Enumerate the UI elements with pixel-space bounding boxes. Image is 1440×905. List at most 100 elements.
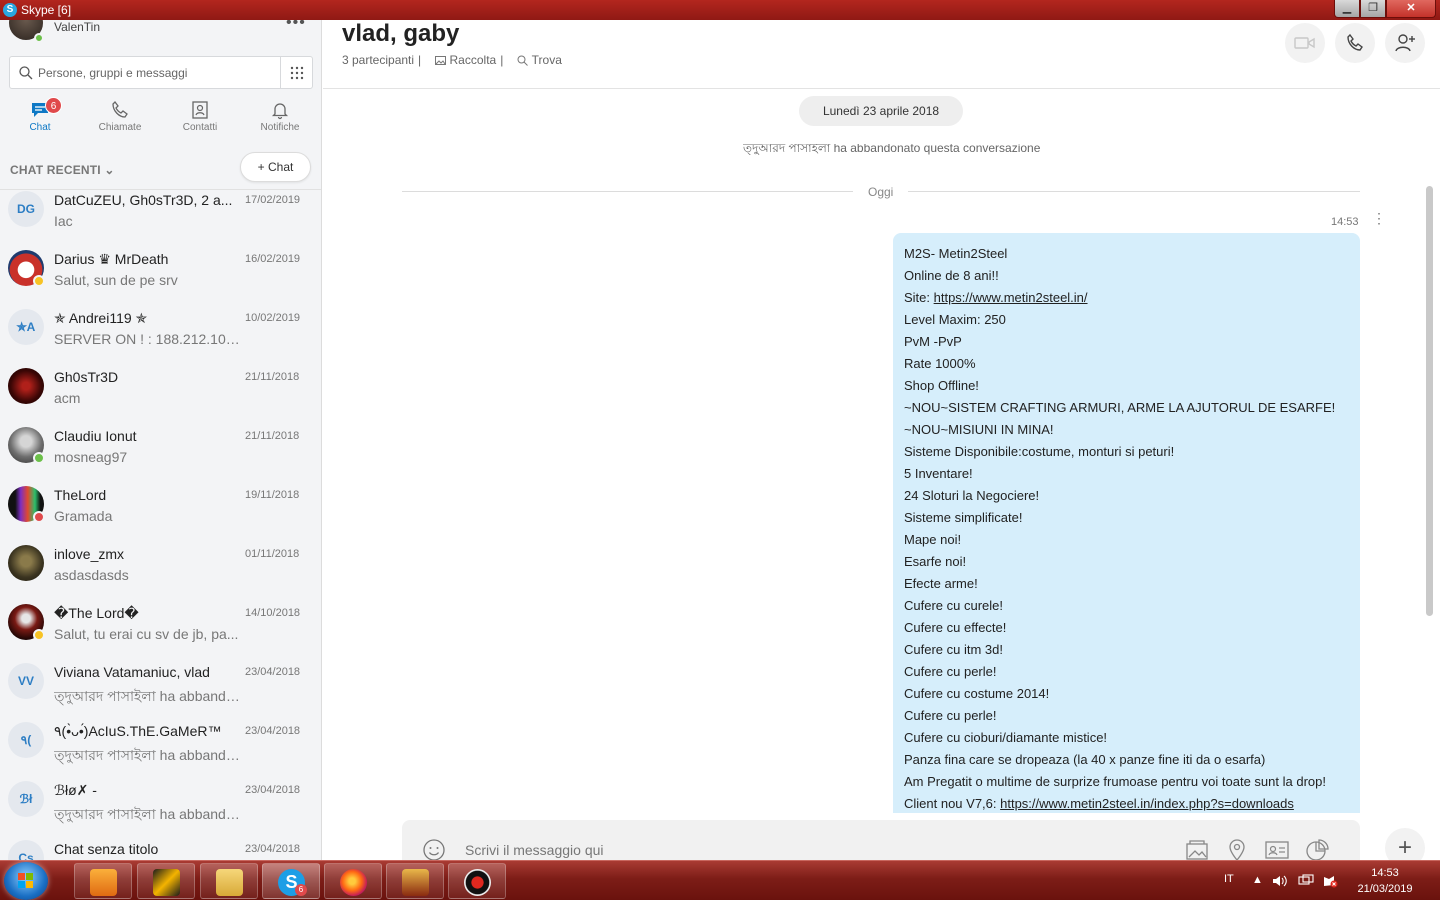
chat-preview: Iac	[54, 213, 73, 229]
start-button[interactable]	[4, 862, 48, 900]
chat-date: 23/04/2018	[245, 784, 301, 796]
chat-date: 19/11/2018	[245, 489, 300, 501]
message-input[interactable]: Scrivi il messaggio qui	[465, 842, 604, 858]
more-attachments-button[interactable]: +	[1385, 828, 1425, 860]
minimize-button[interactable]: ▁	[1334, 0, 1360, 18]
message-line: Online de 8 ani!!	[904, 268, 999, 283]
new-chat-button[interactable]: + Chat	[240, 152, 311, 182]
chat-name: Chat senza titolo	[54, 841, 159, 857]
taskbar-winamp[interactable]	[137, 863, 195, 899]
avatar: VV	[8, 663, 44, 699]
message-more-icon[interactable]: ⋮	[1372, 211, 1386, 225]
message-line: Sisteme Disponibile:costume, monturi si …	[904, 444, 1175, 459]
chat-name: DatCuZEU, Gh0sTr3D, 2 a...	[54, 192, 233, 208]
message-line: Cufere cu perle!	[904, 664, 997, 679]
message-line: PvM -PvP	[904, 334, 962, 349]
message-line: Cufere cu effecte!	[904, 620, 1007, 635]
more-options-button[interactable]: •••	[286, 20, 306, 32]
message-line: Shop Offline!	[904, 378, 979, 393]
avatar	[8, 545, 44, 581]
message-line: 24 Sloturi la Negociere!	[904, 488, 1040, 503]
taskbar-metin2[interactable]	[386, 863, 444, 899]
chat-preview: ত্দুআরদ পাসাইলা ha abbando...	[54, 806, 244, 822]
lightning-app-icon	[153, 869, 180, 896]
sidebar: ValenTin ••• Persone, gruppi e messaggi …	[0, 20, 322, 860]
add-people-button[interactable]	[1385, 23, 1425, 63]
chat-preview: ত্দুআরদ পাসাইলা ha abbando...	[54, 747, 244, 763]
dialpad-button[interactable]	[280, 57, 313, 88]
video-call-button[interactable]	[1285, 23, 1325, 63]
divider	[908, 191, 1360, 192]
chat-date: 23/04/2018	[245, 843, 301, 855]
client-link[interactable]: https://www.metin2steel.in/index.php?s=d…	[1000, 796, 1294, 811]
chat-name: inlove_zmx	[54, 546, 125, 562]
chat-list-item[interactable]: �The Lord� 14/10/2018 Salut, tu erai cu …	[0, 603, 321, 662]
taskbar-recorder[interactable]	[448, 863, 506, 899]
system-clock[interactable]: 14:53 21/03/2019	[1350, 865, 1420, 897]
chat-list-item[interactable]: ✯A ✯ Andrei119 ✯ 10/02/2019 SERVER ON ! …	[0, 308, 321, 367]
participants-link[interactable]: 3 partecipanti	[342, 53, 414, 67]
chat-preview: SERVER ON ! : 188.212.100....	[54, 331, 244, 347]
recent-chats-label: CHAT RECENTI	[10, 163, 101, 177]
client-label: Client nou V7,6:	[904, 796, 1001, 811]
chat-date: 23/04/2018	[245, 666, 301, 678]
presence-online-icon	[34, 33, 44, 43]
media-gallery-icon[interactable]	[1184, 838, 1210, 860]
chat-list-item[interactable]: Gh0sTr3D 21/11/2018 acm	[0, 367, 321, 426]
tab-calls[interactable]: Chiamate	[80, 96, 160, 142]
search-box[interactable]: Persone, gruppi e messaggi	[9, 56, 313, 89]
chat-list-item[interactable]: Cs Chat senza titolo 23/04/2018	[0, 839, 321, 860]
chat-preview: mosneag97	[54, 449, 128, 465]
poll-icon[interactable]	[1304, 838, 1330, 860]
network-icon[interactable]	[1298, 874, 1314, 888]
tab-contacts[interactable]: Contatti	[160, 96, 240, 142]
chat-preview: Salut, sun de pe srv	[54, 272, 178, 288]
search-input[interactable]: Persone, gruppi e messaggi	[38, 66, 187, 80]
chat-list-item[interactable]: DG DatCuZEU, Gh0sTr3D, 2 a... 17/02/2019…	[0, 190, 321, 249]
chat-list-item[interactable]: Darius ♛ MrDeath 16/02/2019 Salut, sun d…	[0, 249, 321, 308]
chat-list-item[interactable]: TheLord 19/11/2018 Gramada	[0, 485, 321, 544]
message-line: Cufere cu cioburi/diamante mistice!	[904, 730, 1108, 745]
chat-list-item[interactable]: inlove_zmx 01/11/2018 asdasdasds	[0, 544, 321, 603]
gallery-link[interactable]: Raccolta	[450, 53, 497, 67]
taskbar-skype[interactable]: S 6	[262, 863, 320, 899]
scrollbar[interactable]	[1426, 186, 1433, 616]
volume-icon[interactable]	[1272, 874, 1288, 888]
skype-logo-icon: S	[3, 3, 17, 17]
chat-list-item[interactable]: ℬł ℬłø✗ - 23/04/2018 ত্দুআরদ পাসাইলা ha …	[0, 780, 321, 839]
taskbar: S 6 IT ▲ 14:53 21/03/2019	[0, 860, 1440, 900]
location-icon[interactable]	[1226, 838, 1248, 860]
chat-list-item[interactable]: Claudiu Ionut 21/11/2018 mosneag97	[0, 426, 321, 485]
recent-chats-dropdown[interactable]: CHAT RECENTI ⌄	[10, 163, 115, 177]
find-link[interactable]: Trova	[532, 53, 562, 67]
conversation-title[interactable]: vlad, gaby	[342, 20, 459, 48]
message-line: Cufere cu perle!	[904, 708, 997, 723]
message-line: Cufere cu curele!	[904, 598, 1003, 613]
taskbar-firefox[interactable]	[324, 863, 382, 899]
audio-call-button[interactable]	[1335, 23, 1375, 63]
user-name[interactable]: ValenTin	[54, 20, 100, 34]
site-link[interactable]: https://www.metin2steel.in/	[934, 290, 1088, 305]
video-camera-icon	[1294, 37, 1315, 49]
tab-chat[interactable]: 6 Chat	[0, 96, 80, 142]
conversation-pane: vlad, gaby 3 partecipanti | Raccolta | Tro…	[323, 20, 1440, 860]
header-divider	[323, 88, 1440, 89]
tab-notifications[interactable]: Notifiche	[240, 96, 320, 142]
close-button[interactable]: ✕	[1386, 0, 1436, 18]
show-hidden-icons[interactable]: ▲	[1252, 874, 1263, 886]
emoji-icon[interactable]	[422, 838, 446, 860]
contact-card-icon[interactable]	[1264, 838, 1290, 860]
chat-date: 17/02/2019	[245, 194, 301, 206]
maximize-button[interactable]: ❐	[1360, 0, 1386, 18]
message-line: M2S- Metin2Steel	[904, 246, 1008, 261]
taskbar-media-player[interactable]	[74, 863, 132, 899]
taskbar-explorer[interactable]	[200, 863, 258, 899]
language-indicator[interactable]: IT	[1224, 873, 1234, 885]
chat-list-item[interactable]: ٩( ٩(•̀ᴗ•́)AcIuS.ThE.GaMeR™ 23/04/2018 ত…	[0, 721, 321, 780]
add-person-icon	[1395, 34, 1415, 52]
search-icon	[19, 66, 33, 80]
separator: |	[418, 53, 422, 67]
action-center-icon[interactable]	[1322, 874, 1338, 888]
chat-list-item[interactable]: VV Viviana Vatamaniuc, vlad 23/04/2018 ত…	[0, 662, 321, 721]
message-bubble[interactable]: M2S- Metin2Steel Online de 8 ani!! Site:…	[893, 233, 1360, 813]
